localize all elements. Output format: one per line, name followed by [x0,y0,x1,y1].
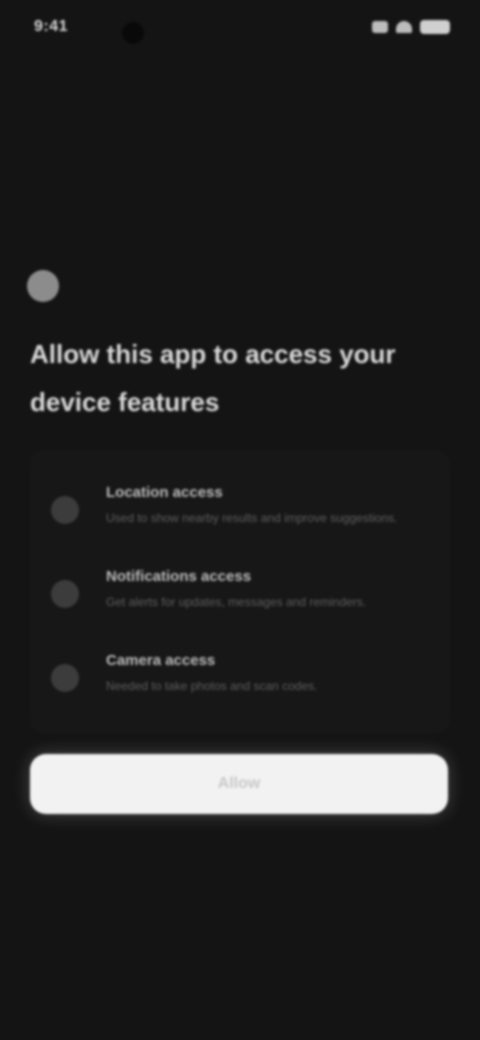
battery-icon [420,20,450,34]
app-logo-icon [27,270,59,302]
wifi-icon [396,21,412,33]
permission-screen: 9:41 Allow this app to access your devic… [0,0,480,1040]
permission-item-location: Location access Used to show nearby resu… [30,462,450,542]
status-time: 9:41 [34,18,69,35]
permission-description: Needed to take photos and scan codes. [106,679,318,693]
permission-item-camera: Camera access Needed to take photos and … [30,630,450,710]
page-title: Allow this app to access your device fea… [30,339,396,417]
permission-list: Location access Used to show nearby resu… [30,450,450,734]
status-icons [372,20,450,34]
permission-description: Get alerts for updates, messages and rem… [106,595,367,609]
permission-item-notifications: Notifications access Get alerts for upda… [30,546,450,626]
signal-icon [372,21,388,33]
front-camera-cutout [122,22,144,44]
permission-title: Location access [106,484,223,501]
notification-icon [51,580,79,608]
permission-title: Notifications access [106,568,252,585]
permission-title: Camera access [106,652,216,669]
permission-description: Used to show nearby results and improve … [106,511,398,525]
status-bar: 9:41 [0,0,480,64]
camera-icon [51,664,79,692]
allow-button[interactable]: Allow [30,754,448,814]
location-icon [51,496,79,524]
